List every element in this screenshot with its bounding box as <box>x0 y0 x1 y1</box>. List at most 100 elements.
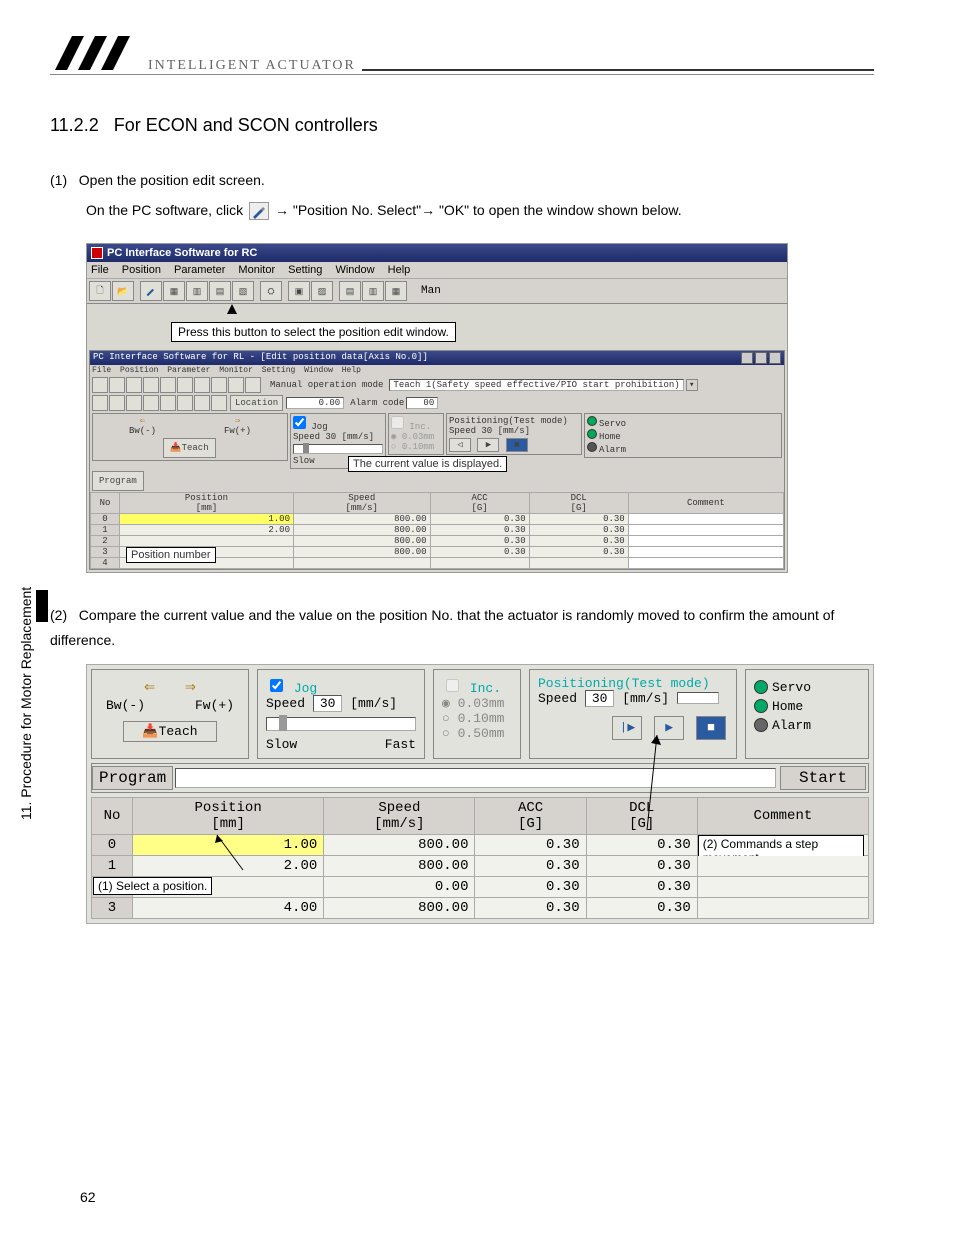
location-value: 0.00 <box>286 397 344 409</box>
program-label[interactable]: Program <box>92 766 173 790</box>
play-button[interactable]: ▶ <box>654 716 684 740</box>
menu-monitor[interactable]: Monitor <box>238 264 275 276</box>
col-acc: ACC [G] <box>430 493 529 514</box>
tb-b3[interactable]: ▤ <box>209 281 231 301</box>
st1[interactable] <box>92 377 108 393</box>
table-row[interactable]: 12.00800.000.300.30 <box>91 525 784 536</box>
table-row[interactable]: 01.00800.000.300.30 <box>91 514 784 525</box>
jog-checkbox[interactable] <box>270 679 283 692</box>
jog-direction-panel: ⇐ ⇒ Bw(-)Fw(+) 📥Teach <box>91 669 249 759</box>
select-position-callout: (1) Select a position. <box>93 877 212 895</box>
alarm-value: 00 <box>406 397 438 409</box>
tb-b4[interactable]: ▧ <box>232 281 254 301</box>
fig1-callout: Press this button to select the position… <box>171 322 456 342</box>
page-number: 62 <box>80 1189 96 1205</box>
table-row[interactable]: 01.00800.000.300.30 (2) Commands a step … <box>92 834 869 855</box>
tb-b1[interactable]: ▦ <box>163 281 185 301</box>
program-tab[interactable]: Program <box>92 471 144 491</box>
inc-panel: Inc. ◉ 0.03mm ○ 0.10mm ○ 0.50mm <box>433 669 521 759</box>
jog-speed-panel: Jog Speed 30 [mm/s] SlowFast <box>257 669 425 759</box>
dropdown-chevron-icon[interactable]: ▾ <box>686 379 698 391</box>
sb3[interactable] <box>126 395 142 411</box>
menu-parameter[interactable]: Parameter <box>174 264 225 276</box>
menu-position[interactable]: Position <box>122 264 161 276</box>
minimize-icon[interactable] <box>741 352 753 364</box>
menu-file[interactable]: File <box>91 264 109 276</box>
fig1-subwindow: PC Interface Software for RL - [Edit pos… <box>89 350 785 570</box>
st6[interactable] <box>177 377 193 393</box>
teach-mode-dropdown[interactable]: Teach 1(Safety speed effective/PIO start… <box>389 379 683 391</box>
close-icon[interactable] <box>769 352 781 364</box>
col-speed: Speed [mm/s] <box>293 493 430 514</box>
step1-line: (1) Open the position edit screen. <box>50 172 874 188</box>
positioning-panel: Positioning(Test mode) Speed 30 [mm/s] ◁… <box>446 413 582 455</box>
fw-arrow-icon[interactable]: ⇒ <box>235 416 240 426</box>
teach-button[interactable]: 📥 Teach <box>163 438 215 458</box>
play-button[interactable]: ▶ <box>477 438 499 452</box>
st3[interactable] <box>126 377 142 393</box>
tb-b5[interactable]: ⛭ <box>260 281 282 301</box>
program-field[interactable] <box>175 768 776 788</box>
st7[interactable] <box>194 377 210 393</box>
table-row[interactable]: 2(1) Select a position.0.000.300.30 <box>92 876 869 897</box>
step2-line: (2) Compare the current value and the va… <box>50 603 874 653</box>
maximize-icon[interactable] <box>755 352 767 364</box>
servo-led-icon <box>754 680 768 694</box>
sb2[interactable] <box>109 395 125 411</box>
stop-button[interactable]: ■ <box>696 716 726 740</box>
sb7[interactable] <box>194 395 210 411</box>
tb-b10[interactable]: ▦ <box>385 281 407 301</box>
positioning-panel: Positioning(Test mode) Speed 30 [mm/s] ❘… <box>529 669 737 759</box>
step1-instr: On the PC software, click → "Position No… <box>86 198 874 223</box>
alarm-led-icon <box>587 442 597 452</box>
fig1-titlebar: PC Interface Software for RC <box>87 244 787 262</box>
tb-b6[interactable]: ▣ <box>288 281 310 301</box>
sb1[interactable] <box>92 395 108 411</box>
st4[interactable] <box>143 377 159 393</box>
section-heading: 11.2.2 For ECON and SCON controllers <box>50 115 874 136</box>
sb6[interactable] <box>177 395 193 411</box>
sb5[interactable] <box>160 395 176 411</box>
menu-help[interactable]: Help <box>388 264 411 276</box>
table-row[interactable]: 34.00800.000.300.30 <box>92 897 869 918</box>
alarm-led-icon <box>754 718 768 732</box>
st8[interactable] <box>211 377 227 393</box>
brand-text: INTELLIGENT ACTUATOR <box>148 58 356 74</box>
stop-button[interactable]: ■ <box>506 438 528 452</box>
st5[interactable] <box>160 377 176 393</box>
st2[interactable] <box>109 377 125 393</box>
bw-arrow-icon[interactable]: ⇐ <box>140 416 145 426</box>
side-black-tab <box>36 590 48 622</box>
tb-edit-position[interactable] <box>140 281 162 301</box>
position-number-callout: Position number <box>126 547 216 563</box>
jog-checkbox[interactable] <box>293 416 306 429</box>
jog-slider[interactable] <box>266 717 416 731</box>
tb-open[interactable]: 📂 <box>112 281 134 301</box>
menu-setting[interactable]: Setting <box>288 264 322 276</box>
tb-b9[interactable]: ▥ <box>362 281 384 301</box>
bw-arrow-icon[interactable]: ⇐ <box>144 676 155 698</box>
start-button[interactable]: Start <box>780 766 866 790</box>
table-row[interactable]: 12.00800.000.300.30 <box>92 855 869 876</box>
current-value-callout: The current value is displayed. <box>348 456 507 472</box>
st10[interactable] <box>245 377 261 393</box>
tb-b2[interactable]: ▥ <box>186 281 208 301</box>
step-button[interactable]: ❘▶ <box>612 716 642 740</box>
callout-arrow-icon <box>227 304 237 314</box>
st9[interactable] <box>228 377 244 393</box>
jog-slider[interactable] <box>293 444 383 454</box>
step-back-button[interactable]: ◁ <box>449 438 471 452</box>
tb-b8[interactable]: ▤ <box>339 281 361 301</box>
location-button[interactable]: Location <box>230 395 283 411</box>
jog-bw-fw-panel: ⇐ ⇒ Bw(-) Fw(+) 📥 Teach <box>92 413 288 461</box>
fw-arrow-icon[interactable]: ⇒ <box>185 676 196 698</box>
sb8[interactable] <box>211 395 227 411</box>
tb-new[interactable]: 🗋 <box>89 281 111 301</box>
table-row[interactable]: 2800.000.300.30 <box>91 536 784 547</box>
inc-checkbox <box>391 416 404 429</box>
teach-button[interactable]: 📥Teach <box>123 721 216 742</box>
tb-b7[interactable]: ▨ <box>311 281 333 301</box>
home-led-icon <box>754 699 768 713</box>
sb4[interactable] <box>143 395 159 411</box>
menu-window[interactable]: Window <box>335 264 374 276</box>
